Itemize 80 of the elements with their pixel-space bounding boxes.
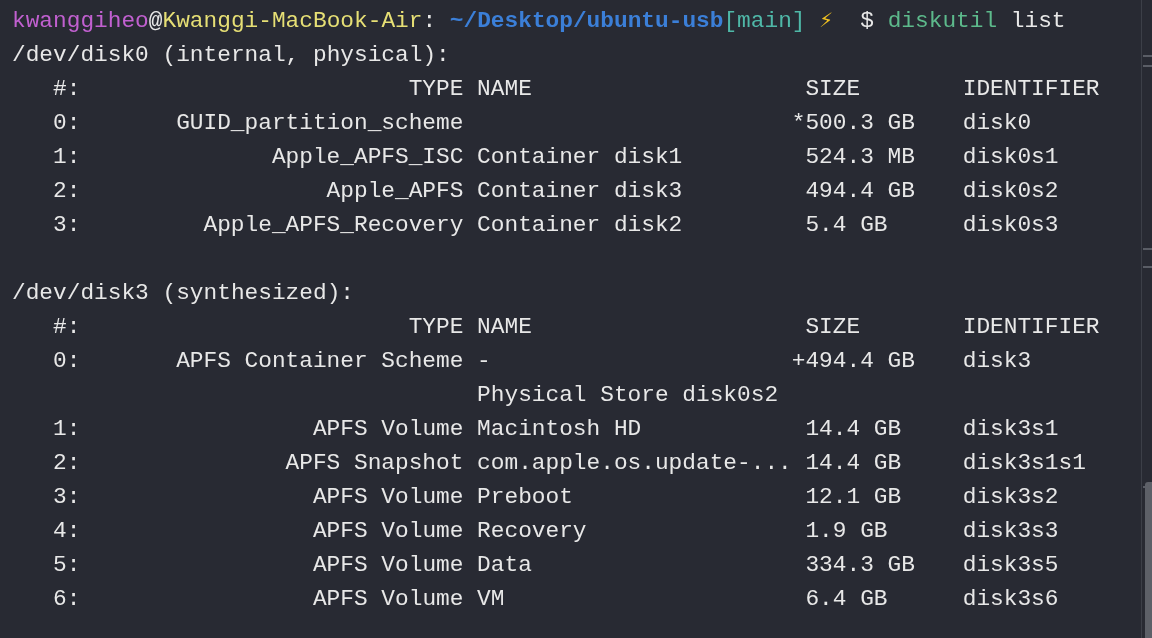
column-header: #: [53,76,81,102]
column-header: SIZE [805,76,861,102]
partition-name: Macintosh HD [477,416,642,442]
column-header: SIZE [805,314,861,340]
column-header: NAME [477,76,532,102]
directory-path: ~/Desktop/ubuntu-usb [449,8,724,34]
partition-size: 494.4 GB [805,178,915,204]
disk-identifier: disk0s3 [962,212,1059,238]
column-header: NAME [477,314,532,340]
partition-name: Container disk2 [477,212,683,238]
partition-name: Preboot [477,484,573,510]
row-number: 1: [53,144,81,170]
host-name: Kwanggi-MacBook-Air [162,8,423,34]
row-number: 2: [53,450,81,476]
user-name: kwanggiheo [12,8,149,34]
column-header: IDENTIFIER [962,314,1100,340]
disk-identifier: disk0s2 [962,178,1059,204]
disk-identifier: disk3s5 [962,552,1059,578]
disk-identifier: disk3s6 [962,586,1059,612]
partition-size: 12.1 GB [805,484,902,510]
partition-type: APFS Volume [312,552,464,578]
partition-size: 6.4 GB [805,586,888,612]
column-header: TYPE [408,314,464,340]
partition-name: Recovery [477,518,587,544]
row-number: 5: [53,552,81,578]
disk-identifier: disk3s3 [962,518,1059,544]
size-marker: + [791,348,806,374]
partition-type: APFS Container Scheme [176,348,464,374]
partition-name: VM [477,586,505,612]
partition-size: 1.9 GB [805,518,888,544]
row-number: 4: [53,518,81,544]
column-header: IDENTIFIER [962,76,1100,102]
disk-title: /dev/disk0 (internal, physical): [12,42,450,68]
disk-identifier: disk0 [962,110,1032,136]
partition-type: Apple_APFS [326,178,464,204]
partition-size: 494.4 GB [805,348,915,374]
disk-identifier: disk0s1 [962,144,1059,170]
partition-size: 5.4 GB [805,212,888,238]
scrollbar[interactable] [1141,0,1152,638]
partition-name: Container disk3 [477,178,683,204]
partition-name: com.apple.os.update-... [477,450,792,476]
disk-title: /dev/disk3 (synthesized): [12,280,354,306]
column-header: #: [53,314,81,340]
disk-identifier: disk3s1 [962,416,1059,442]
lightning-icon: ⚡ [819,8,833,34]
partition-size: 334.3 GB [805,552,915,578]
prompt-text: : [422,8,437,34]
partition-size: 500.3 GB [805,110,915,136]
partition-type: APFS Snapshot [285,450,464,476]
row-number: 0: [53,348,81,374]
prompt-text: list [1010,8,1066,34]
row-number: 6: [53,586,81,612]
row-number: 3: [53,212,81,238]
partition-name: Physical Store disk0s2 [477,382,779,408]
partition-name: Container disk1 [477,144,683,170]
row-number: 3: [53,484,81,510]
partition-type: Apple_APFS_Recovery [203,212,464,238]
row-number: 1: [53,416,81,442]
column-header: TYPE [408,76,464,102]
partition-type: GUID_partition_scheme [176,110,464,136]
row-number: 0: [53,110,81,136]
prompt-text: @ [148,8,163,34]
partition-type: APFS Volume [312,518,464,544]
partition-size: 524.3 MB [805,144,915,170]
partition-size: 14.4 GB [805,450,902,476]
partition-name: Data [477,552,532,578]
partition-type: Apple_APFS_ISC [271,144,464,170]
partition-type: APFS Volume [312,586,464,612]
disk-identifier: disk3 [962,348,1032,374]
command-name: diskutil [887,8,998,34]
size-marker: * [791,110,806,136]
disk-identifier: disk3s2 [962,484,1059,510]
git-branch: [main] [723,8,806,34]
partition-type: APFS Volume [312,484,464,510]
prompt-text: $ [860,8,874,34]
partition-name: - [477,348,491,374]
disk-identifier: disk3s1s1 [962,450,1086,476]
partition-size: 14.4 GB [805,416,902,442]
partition-type: APFS Volume [312,416,464,442]
row-number: 2: [53,178,81,204]
